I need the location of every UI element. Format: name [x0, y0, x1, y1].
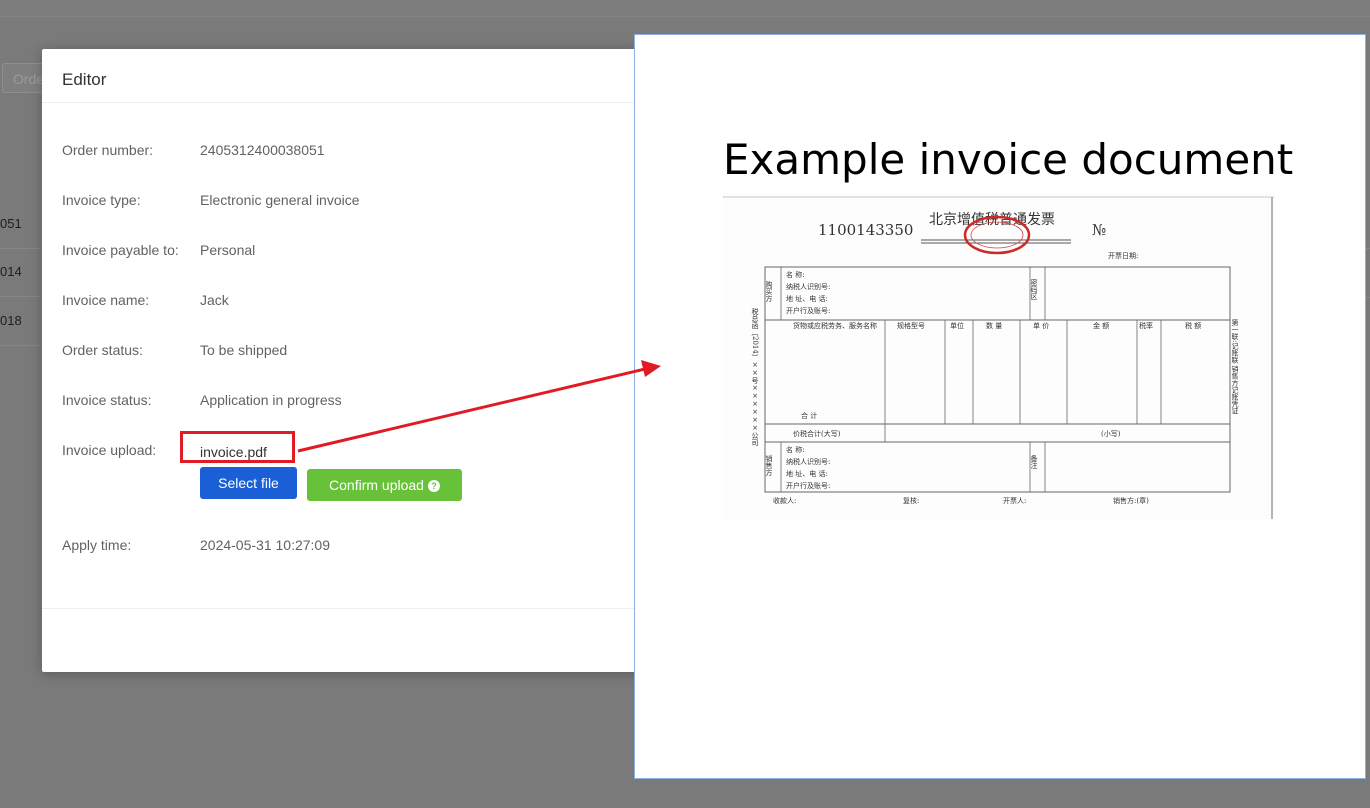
left-margin-text: 税总函〔2014〕××号××××××公司 [751, 307, 759, 446]
background-table-row: 018 [0, 297, 42, 346]
example-title: Example invoice document [723, 135, 1294, 184]
buyer-line: 名 称: [786, 270, 805, 279]
column-header: 税 额 [1185, 321, 1201, 330]
question-circle-icon[interactable]: ? [427, 480, 440, 492]
editor-dialog: Editor Order number: 2405312400038051 In… [42, 49, 642, 672]
invoice-type-value: Electronic general invoice [200, 192, 360, 208]
background-table-row: 051 [0, 200, 42, 249]
order-number-value: 2405312400038051 [200, 142, 325, 158]
seller-line: 纳税人识别号: [786, 457, 830, 466]
column-header: 单 价 [1033, 321, 1049, 330]
remarks-label: 备注 [1030, 454, 1038, 470]
background-row-id: 018 [0, 313, 22, 328]
invoice-payable-value: Personal [200, 242, 256, 258]
background-row-id: 014 [0, 264, 22, 279]
field-label: Order number: [62, 142, 154, 158]
seller-line: 地 址、电 话: [786, 469, 828, 478]
invoice-name-value: Jack [200, 292, 229, 308]
column-header: 单位 [950, 321, 964, 330]
select-file-button[interactable]: Select file [200, 467, 297, 499]
column-header: 税率 [1139, 321, 1153, 330]
order-status-value: To be shipped [200, 342, 288, 358]
seller-side-label: 销售方 [765, 454, 773, 477]
lowercase-label: (小写) [1101, 429, 1121, 438]
background-table-row: 014 [0, 248, 42, 297]
confirm-upload-button[interactable]: Confirm upload? [307, 469, 462, 501]
apply-time-value: 2024-05-31 10:27:09 [200, 537, 330, 553]
field-label: Order status: [62, 342, 143, 358]
column-header: 金 额 [1093, 321, 1109, 330]
invoice-header: 北京增值税普通发票 [929, 212, 1055, 228]
uploaded-file-name[interactable]: invoice.pdf [200, 444, 267, 460]
field-label: Invoice name: [62, 292, 150, 308]
field-label: Invoice status: [62, 392, 152, 408]
footer-label: 开票人: [1003, 497, 1026, 505]
background-row-id: 051 [0, 216, 22, 231]
password-area-label: 密码区 [1030, 278, 1038, 300]
seller-line: 开户行及账号: [786, 481, 830, 490]
column-header: 货物或应税劳务、服务名称 [793, 321, 877, 330]
background-divider [1366, 297, 1370, 298]
total-label: 合 计 [801, 411, 817, 420]
buyer-side-label: 购买方 [765, 280, 773, 303]
example-invoice-panel: Example invoice document 1100143350 北京增值… [634, 34, 1366, 779]
column-header: 规格型号 [897, 321, 925, 330]
dialog-footer-divider [42, 608, 642, 609]
invoice-no-mark: № [1092, 221, 1106, 239]
buyer-line: 开户行及账号: [786, 306, 830, 315]
select-file-label: Select file [218, 475, 279, 491]
background-topbar [0, 0, 1370, 17]
seller-line: 名 称: [786, 445, 805, 454]
issue-date-label: 开票日期: [1108, 252, 1138, 260]
field-label: Invoice type: [62, 192, 141, 208]
buyer-line: 纳税人识别号: [786, 282, 830, 291]
invoice-status-value: Application in progress [200, 392, 342, 408]
buyer-line: 地 址、电 话: [786, 294, 828, 303]
dialog-title: Editor [62, 70, 107, 89]
field-label: Invoice payable to: [62, 242, 179, 258]
column-header: 数 量 [986, 321, 1002, 330]
confirm-upload-label: Confirm upload [329, 477, 424, 493]
grand-total-label: 价税合计(大写) [793, 429, 841, 438]
background-divider [1366, 248, 1370, 249]
footer-label: 收款人: [773, 496, 796, 505]
field-label: Apply time: [62, 537, 132, 553]
dialog-header: Editor [42, 49, 642, 103]
footer-label: 复核: [903, 496, 919, 505]
invoice-image: 1100143350 北京增值税普通发票 № 开票日期: 购买方 名 称: 纳税… [723, 193, 1274, 519]
right-margin-text: 第一联:记账联 销售方记账凭证 [1231, 318, 1239, 416]
invoice-code: 1100143350 [818, 221, 913, 239]
footer-label: 销售方:(章) [1113, 496, 1149, 505]
